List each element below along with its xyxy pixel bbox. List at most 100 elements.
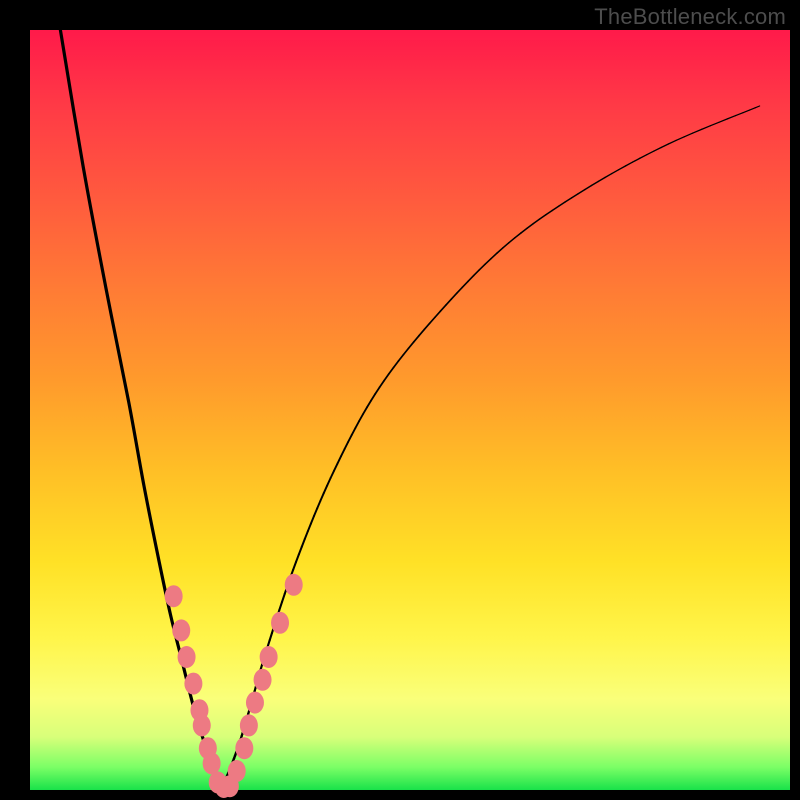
curve-right-segment: [750, 108, 756, 110]
curve-right-segment: [282, 594, 285, 602]
curve-right-segment: [559, 202, 565, 206]
curve-right-segment: [302, 539, 305, 547]
marker-point: [178, 646, 196, 668]
curve-right-segment: [591, 181, 598, 185]
marker-point: [240, 714, 258, 736]
curve-right-segment: [509, 238, 515, 243]
curve-right-segment: [462, 281, 468, 287]
curve-right-segment: [398, 355, 403, 361]
curve-right-segment: [693, 129, 702, 133]
curve-right-segment: [684, 133, 693, 137]
curve-right-segment: [317, 501, 320, 509]
curve-right-segment: [647, 151, 654, 155]
curve-right-segment: [367, 401, 371, 408]
curve-right-segment: [633, 158, 640, 162]
curve-right-segment: [533, 219, 539, 223]
curve-right-segment: [619, 166, 626, 170]
curve-right-segment: [503, 243, 509, 248]
curve-right-segment: [352, 428, 356, 435]
curve-right-segment: [626, 162, 633, 166]
curve-right-segment: [311, 516, 314, 524]
marker-point: [228, 760, 246, 782]
marker-point: [285, 574, 303, 596]
curve-right-segment: [403, 348, 408, 354]
curve-right-segment: [268, 640, 270, 647]
curve-right-segment: [605, 174, 612, 178]
curve-right-segment: [308, 524, 311, 532]
marker-point: [193, 714, 211, 736]
curve-right-segment: [394, 361, 399, 367]
curve-right-segment: [552, 206, 558, 210]
curve-right-segment: [327, 478, 330, 485]
curve-right-segment: [389, 367, 394, 374]
curve-right-segment: [355, 421, 359, 428]
curve-right-segment: [331, 471, 334, 478]
curve-right-segment: [640, 155, 647, 159]
curve-right-segment: [479, 264, 485, 270]
curve-right-segment: [363, 407, 367, 414]
curve-right-segment: [305, 531, 308, 539]
plot-area: [30, 30, 790, 790]
curve-right-segment: [540, 215, 546, 219]
curve-right-segment: [293, 562, 296, 570]
curve-right-segment: [451, 293, 457, 299]
marker-point: [235, 737, 253, 759]
watermark-text: TheBottleneck.com: [594, 4, 786, 30]
curve-right-segment: [728, 116, 736, 119]
chart-svg: [30, 30, 790, 790]
curve-right-segment: [345, 442, 349, 449]
marker-point: [172, 619, 190, 641]
curve-right-segment: [572, 194, 579, 198]
curve-right-segment: [440, 305, 445, 311]
curve-right-segment: [430, 317, 435, 323]
curve-right-segment: [279, 602, 282, 610]
chart-frame: TheBottleneck.com: [0, 0, 800, 800]
marker-point: [184, 673, 202, 695]
curve-right-segment: [414, 336, 419, 342]
curve-right-segment: [320, 493, 323, 501]
curve-right-segment: [719, 119, 727, 122]
curve-right-segment: [546, 210, 552, 214]
curve-right-segment: [359, 414, 363, 421]
curve-right-segment: [371, 394, 375, 401]
curve-right-segment: [521, 228, 527, 233]
curve-right-segment: [654, 148, 661, 152]
curve-right-segment: [409, 342, 414, 348]
curve-right-segment: [598, 177, 605, 181]
curve-right-segment: [710, 122, 719, 126]
curve-right-segment: [435, 311, 440, 317]
curve-right-segment: [375, 387, 379, 394]
curve-right-segment: [380, 381, 385, 388]
curve-right-segment: [446, 299, 451, 305]
marker-point: [165, 585, 183, 607]
curve-right-segment: [299, 547, 302, 555]
curve-right-segment: [474, 270, 480, 276]
curve-right-segment: [491, 253, 497, 258]
curve-layer: [60, 30, 759, 790]
curve-right-segment: [515, 233, 521, 238]
curve-right-segment: [270, 633, 272, 640]
marker-point: [203, 752, 221, 774]
curve-right-segment: [736, 113, 743, 116]
curve-right-segment: [578, 190, 585, 194]
curve-right-segment: [743, 110, 750, 113]
curve-right-segment: [485, 259, 491, 265]
marker-point: [260, 646, 278, 668]
marker-point: [254, 669, 272, 691]
curve-right-segment: [612, 170, 619, 174]
curve-right-segment: [337, 456, 340, 463]
marker-point: [271, 612, 289, 634]
curve-right-segment: [676, 137, 684, 141]
marker-point: [246, 692, 264, 714]
curve-right-segment: [348, 435, 352, 442]
curve-right-segment: [661, 144, 668, 148]
curve-right-segment: [296, 554, 299, 562]
curve-right-segment: [314, 508, 317, 516]
curve-right-segment: [527, 224, 533, 229]
marker-layer: [165, 574, 303, 798]
curve-right-segment: [457, 287, 463, 293]
curve-right-segment: [702, 126, 711, 130]
curve-right-segment: [497, 248, 503, 253]
curve-right-segment: [324, 486, 327, 494]
curve-right-segment: [419, 329, 424, 335]
